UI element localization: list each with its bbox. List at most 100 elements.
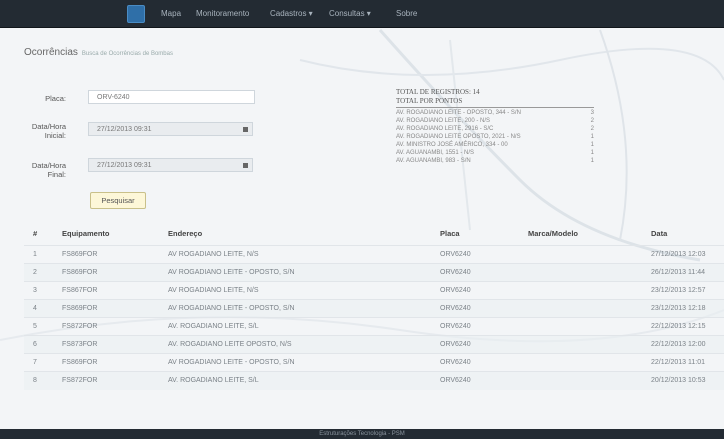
point-count: 2 — [590, 118, 594, 124]
col-header-placa[interactable]: Placa — [440, 229, 460, 238]
cell-equipamento: FS869FOR — [62, 359, 98, 366]
table-row[interactable]: 1 FS869FOR AV ROGADIANO LEITE, N/S ORV62… — [24, 245, 724, 264]
cell-equipamento: FS872FOR — [62, 323, 98, 330]
table-row[interactable]: 3 FS867FOR AV ROGADIANO LEITE, N/S ORV62… — [24, 281, 724, 300]
placa-label: Placa: — [45, 94, 66, 103]
table-row[interactable]: 6 FS873FOR AV. ROGADIANO LEITE OPOSTO, N… — [24, 335, 724, 354]
cell-placa: ORV6240 — [440, 305, 471, 312]
cell-data: 22/12/2013 11:01 — [651, 359, 705, 366]
col-header-marca-modelo[interactable]: Marca/Modelo — [528, 229, 578, 238]
point-name: AV. MINISTRO JOSÉ AMÉRICO, 334 - 00 — [396, 142, 508, 148]
data-final-input[interactable]: 27/12/2013 09:31 — [88, 158, 253, 172]
cell-data: 26/12/2013 11:44 — [651, 269, 705, 276]
table-row[interactable]: 7 FS869FOR AV ROGADIANO LEITE - OPOSTO, … — [24, 353, 724, 372]
data-inicial-input[interactable]: 27/12/2013 09:31 — [88, 122, 253, 136]
total-registros: TOTAL DE REGISTROS: 14 — [396, 88, 480, 96]
cell-endereco: AV. ROGADIANO LEITE OPOSTO, N/S — [168, 341, 292, 348]
summary-point-row: AV. ROGADIANO LEITE - OPOSTO, 344 - S/N … — [396, 109, 594, 117]
cell-data: 23/12/2013 12:18 — [651, 305, 706, 312]
cell-placa: ORV6240 — [440, 251, 471, 258]
brand-logo-icon[interactable] — [127, 5, 145, 23]
data-inicial-label: Data/Hora Inicial: — [31, 122, 66, 140]
cell-endereco: AV ROGADIANO LEITE - OPOSTO, S/N — [168, 359, 295, 366]
summary-point-row: AV. ROGADIANO LEITE, 200 - N/S 2 — [396, 117, 594, 125]
point-name: AV. ROGADIANO LEITE OPOSTO, 2021 - N/S — [396, 134, 521, 140]
cell-placa: ORV6240 — [440, 287, 471, 294]
cell-placa: ORV6240 — [440, 269, 471, 276]
data-inicial-value: 27/12/2013 09:31 — [97, 126, 152, 133]
point-name: AV. AGUANAMBI, 1551 - N/S — [396, 150, 475, 156]
point-name: AV. ROGADIANO LEITE, 200 - N/S — [396, 118, 491, 124]
nav-mapa[interactable]: Mapa — [161, 9, 181, 18]
col-header-data[interactable]: Data — [651, 229, 667, 238]
cell-equipamento: FS869FOR — [62, 251, 98, 258]
nav-sobre[interactable]: Sobre — [396, 9, 417, 18]
point-name: AV. ROGADIANO LEITE - OPOSTO, 344 - S/N — [396, 110, 521, 116]
cell-placa: ORV6240 — [440, 323, 471, 330]
placa-input[interactable]: ORV-6240 — [88, 90, 255, 104]
cell-endereco: AV ROGADIANO LEITE - OPOSTO, S/N — [168, 305, 295, 312]
cell-index: 1 — [33, 251, 37, 258]
cell-endereco: AV ROGADIANO LEITE, N/S — [168, 287, 259, 294]
col-header-endereco[interactable]: Endereço — [168, 229, 202, 238]
page-title-text: Ocorrências — [24, 47, 78, 58]
table-row[interactable]: 5 FS872FOR AV. ROGADIANO LEITE, S/L ORV6… — [24, 317, 724, 336]
total-pontos-heading: TOTAL POR PONTOS — [396, 97, 463, 105]
data-final-value: 27/12/2013 09:31 — [97, 162, 152, 169]
point-name: AV. AGUANAMBI, 983 - S/N — [396, 158, 471, 164]
cell-endereco: AV. ROGADIANO LEITE, S/L — [168, 377, 259, 384]
table-row[interactable]: 2 FS869FOR AV ROGADIANO LEITE - OPOSTO, … — [24, 263, 724, 282]
cell-index: 6 — [33, 341, 37, 348]
page-title: Ocorrências Busca de Ocorrências de Bomba… — [24, 47, 173, 58]
summary-point-row: AV. ROGADIANO LEITE OPOSTO, 2021 - N/S 1 — [396, 133, 594, 141]
cell-data: 27/12/2013 12:03 — [651, 251, 706, 258]
top-navbar: Mapa Monitoramento Cadastros ▾ Consultas… — [0, 0, 724, 28]
cell-index: 2 — [33, 269, 37, 276]
cell-data: 22/12/2013 12:00 — [651, 341, 706, 348]
summary-point-row: AV. MINISTRO JOSÉ AMÉRICO, 334 - 00 1 — [396, 141, 594, 149]
calendar-icon[interactable] — [243, 163, 248, 168]
cell-data: 20/12/2013 10:53 — [651, 377, 706, 384]
cell-endereco: AV. ROGADIANO LEITE, S/L — [168, 323, 259, 330]
pesquisar-button[interactable]: Pesquisar — [90, 192, 146, 209]
table-row[interactable]: 4 FS869FOR AV ROGADIANO LEITE - OPOSTO, … — [24, 299, 724, 318]
cell-endereco: AV ROGADIANO LEITE - OPOSTO, S/N — [168, 269, 295, 276]
calendar-icon[interactable] — [243, 127, 248, 132]
point-count: 1 — [590, 150, 594, 156]
summary-point-row: AV. AGUANAMBI, 983 - S/N 1 — [396, 157, 594, 165]
point-count: 3 — [590, 110, 594, 116]
point-count: 1 — [590, 142, 594, 148]
cell-endereco: AV ROGADIANO LEITE, N/S — [168, 251, 259, 258]
point-name: AV. ROGADIANO LEITE, 2916 - S/C — [396, 126, 494, 132]
col-header-index: # — [33, 229, 38, 238]
data-final-label: Data/Hora Final: — [31, 161, 66, 179]
table-row[interactable]: 8 FS872FOR AV. ROGADIANO LEITE, S/L ORV6… — [24, 371, 724, 390]
point-count: 1 — [590, 158, 594, 164]
cell-equipamento: FS873FOR — [62, 341, 98, 348]
nav-cadastros[interactable]: Cadastros ▾ — [270, 9, 313, 18]
cell-data: 22/12/2013 12:15 — [651, 323, 706, 330]
cell-placa: ORV6240 — [440, 377, 471, 384]
point-count: 1 — [590, 134, 594, 140]
cell-equipamento: FS869FOR — [62, 305, 98, 312]
summary-point-row: AV. AGUANAMBI, 1551 - N/S 1 — [396, 149, 594, 157]
cell-equipamento: FS872FOR — [62, 377, 98, 384]
point-count: 2 — [590, 126, 594, 132]
summary-divider — [396, 107, 594, 108]
cell-equipamento: FS867FOR — [62, 287, 98, 294]
footer: Estruturações Tecnologia - PSM — [0, 429, 724, 439]
summary-point-row: AV. ROGADIANO LEITE, 2916 - S/C 2 — [396, 125, 594, 133]
nav-consultas[interactable]: Consultas ▾ — [329, 9, 371, 18]
cell-index: 4 — [33, 305, 37, 312]
cell-placa: ORV6240 — [440, 341, 471, 348]
nav-monitoramento[interactable]: Monitoramento — [196, 9, 249, 18]
summary-panel: TOTAL DE REGISTROS: 14 TOTAL POR PONTOS … — [396, 88, 594, 165]
cell-data: 23/12/2013 12:57 — [651, 287, 706, 294]
cell-index: 3 — [33, 287, 37, 294]
cell-index: 8 — [33, 377, 37, 384]
cell-equipamento: FS869FOR — [62, 269, 98, 276]
cell-index: 7 — [33, 359, 37, 366]
cell-index: 5 — [33, 323, 37, 330]
page-subtitle: Busca de Ocorrências de Bombas — [81, 51, 173, 57]
col-header-equipamento[interactable]: Equipamento — [62, 229, 110, 238]
